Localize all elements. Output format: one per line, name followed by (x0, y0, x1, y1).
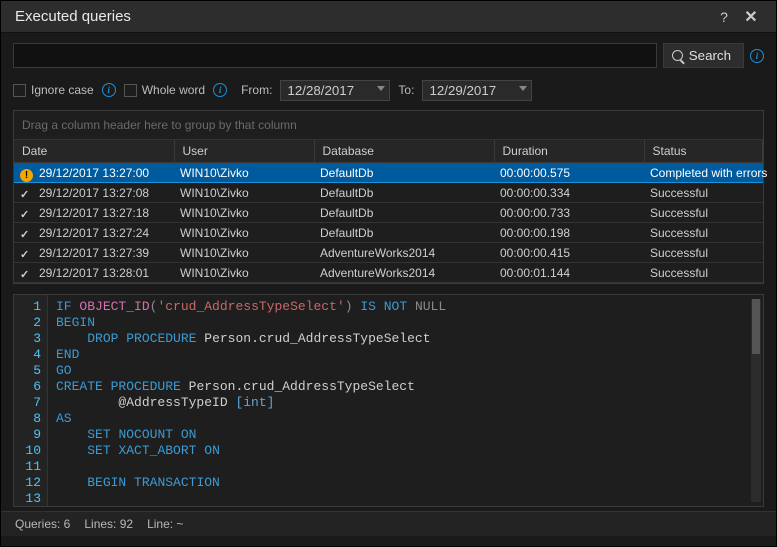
to-date-input[interactable] (422, 80, 532, 101)
table-row[interactable]: 29/12/2017 13:27:24WIN10\ZivkoDefaultDb0… (14, 223, 763, 243)
chevron-down-icon[interactable] (377, 86, 385, 91)
table-row[interactable]: 29/12/2017 13:27:08WIN10\ZivkoDefaultDb0… (14, 183, 763, 203)
status-lines: Lines: 92 (84, 517, 133, 531)
info-icon[interactable]: i (102, 83, 116, 97)
column-header[interactable]: Date (14, 140, 174, 163)
check-icon (20, 267, 35, 279)
window-title: Executed queries (15, 8, 712, 25)
column-header[interactable]: User (174, 140, 314, 163)
check-icon (20, 247, 35, 259)
status-bar: Queries: 6 Lines: 92 Line: ~ (1, 511, 776, 536)
search-input[interactable] (13, 43, 657, 68)
table-row[interactable]: !29/12/2017 13:27:00WIN10\ZivkoDefaultDb… (14, 163, 763, 183)
to-label: To: (398, 83, 414, 97)
titlebar[interactable]: Executed queries ? ✕ (1, 1, 776, 33)
table-row[interactable]: 29/12/2017 13:27:18WIN10\ZivkoDefaultDb0… (14, 203, 763, 223)
scrollbar[interactable] (751, 299, 761, 502)
table-row[interactable]: 29/12/2017 13:28:01WIN10\ZivkoAdventureW… (14, 263, 763, 283)
whole-word-checkbox[interactable]: Whole word (124, 83, 205, 97)
editor-gutter: 12345678910111213 (14, 295, 48, 506)
info-icon[interactable]: i (213, 83, 227, 97)
check-icon (20, 187, 35, 199)
results-grid: Drag a column header here to group by th… (13, 110, 764, 284)
check-icon (20, 227, 35, 239)
check-icon (20, 207, 35, 219)
close-icon[interactable]: ✕ (736, 7, 766, 27)
help-icon[interactable]: ? (712, 9, 736, 25)
sql-editor[interactable]: 12345678910111213 IF OBJECT_ID('crud_Add… (13, 294, 764, 507)
search-button-label: Search (689, 48, 731, 63)
from-label: From: (241, 83, 272, 97)
column-header[interactable]: Duration (494, 140, 644, 163)
warning-icon: ! (20, 167, 35, 179)
search-button[interactable]: Search (663, 43, 744, 68)
editor-code: IF OBJECT_ID('crud_AddressTypeSelect') I… (48, 295, 763, 506)
table-row[interactable]: 29/12/2017 13:27:39WIN10\ZivkoAdventureW… (14, 243, 763, 263)
scrollbar-thumb[interactable] (752, 299, 760, 354)
status-line: Line: ~ (147, 517, 183, 531)
status-queries: Queries: 6 (15, 517, 70, 531)
filter-bar: Ignore case i Whole word i From: To: (13, 76, 764, 104)
column-header[interactable]: Status (644, 140, 763, 163)
group-hint[interactable]: Drag a column header here to group by th… (14, 111, 763, 140)
from-date-input[interactable] (280, 80, 390, 101)
info-icon[interactable]: i (750, 49, 764, 63)
search-bar: Search i (13, 43, 764, 68)
grid-header-row: DateUserDatabaseDurationStatus (14, 140, 763, 163)
column-header[interactable]: Database (314, 140, 494, 163)
search-icon (672, 50, 683, 61)
chevron-down-icon[interactable] (519, 86, 527, 91)
ignore-case-checkbox[interactable]: Ignore case (13, 83, 94, 97)
